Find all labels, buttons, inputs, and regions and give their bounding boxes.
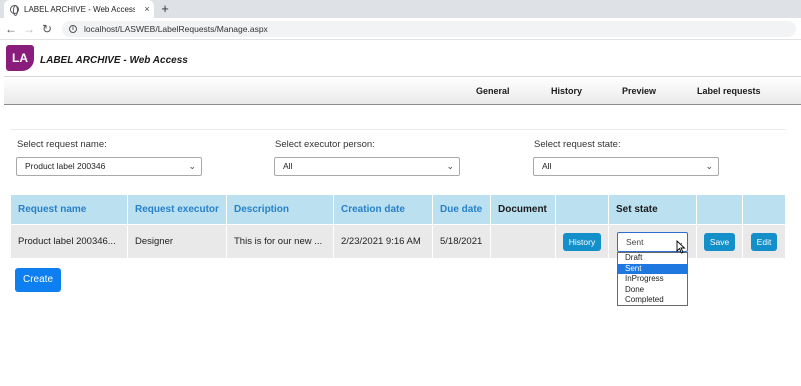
browser-tab-strip: LABEL ARCHIVE - Web Access × + bbox=[0, 0, 801, 18]
reload-icon[interactable]: ↻ bbox=[40, 21, 54, 37]
executor-label: Select executor person: bbox=[275, 139, 375, 150]
browser-tab[interactable]: LABEL ARCHIVE - Web Access × bbox=[4, 0, 154, 18]
option-sent[interactable]: Sent bbox=[618, 263, 687, 274]
executor-value: All bbox=[283, 161, 293, 171]
option-done[interactable]: Done bbox=[618, 285, 687, 296]
cell-save: Save bbox=[696, 224, 743, 259]
nav-history[interactable]: History bbox=[551, 86, 582, 96]
nav-general[interactable]: General bbox=[476, 86, 510, 96]
option-inprogress[interactable]: InProgress bbox=[618, 274, 687, 285]
header-document: Document bbox=[490, 194, 556, 225]
info-icon[interactable]: i bbox=[69, 25, 77, 33]
chevron-down-icon: ⌄ bbox=[705, 161, 713, 171]
request-name-select[interactable]: Product label 200346 ⌄ bbox=[16, 157, 202, 176]
option-draft[interactable]: Draft bbox=[618, 253, 687, 264]
option-completed[interactable]: Completed bbox=[618, 295, 687, 306]
request-name-label: Select request name: bbox=[17, 139, 107, 150]
header-due-date[interactable]: Due date bbox=[432, 194, 491, 225]
cell-creation-date: 2/23/2021 9:16 AM bbox=[333, 224, 433, 259]
header-history bbox=[555, 194, 609, 225]
address-bar[interactable]: localhost/LASWEB/LabelRequests/Manage.as… bbox=[62, 21, 796, 37]
cell-history: History bbox=[555, 224, 609, 259]
edit-button[interactable]: Edit bbox=[750, 232, 778, 251]
chevron-down-icon: ⌄ bbox=[446, 161, 454, 171]
divider bbox=[10, 129, 786, 130]
header-edit bbox=[742, 194, 786, 225]
create-button[interactable]: Create bbox=[15, 268, 61, 292]
forward-icon[interactable]: → bbox=[22, 21, 36, 37]
cell-edit: Edit bbox=[742, 224, 786, 259]
request-name-value: Product label 200346 bbox=[25, 161, 106, 171]
state-value: All bbox=[542, 161, 552, 171]
main-nav: General History Preview Label requests bbox=[4, 76, 801, 105]
cell-document bbox=[490, 224, 556, 259]
tab-title: LABEL ARCHIVE - Web Access bbox=[24, 4, 135, 14]
header-description[interactable]: Description bbox=[226, 194, 334, 225]
header-request-name[interactable]: Request name bbox=[10, 194, 128, 225]
cell-executor: Designer bbox=[127, 224, 227, 259]
app-title: LABEL ARCHIVE - Web Access bbox=[40, 55, 188, 66]
nav-label-requests[interactable]: Label requests bbox=[697, 86, 761, 96]
executor-select[interactable]: All ⌄ bbox=[274, 157, 460, 176]
new-tab-icon[interactable]: + bbox=[158, 0, 172, 18]
mouse-pointer-icon bbox=[676, 240, 686, 254]
globe-icon bbox=[10, 4, 19, 16]
history-button[interactable]: History bbox=[562, 232, 602, 251]
nav-preview[interactable]: Preview bbox=[622, 86, 656, 96]
chevron-down-icon: ⌄ bbox=[188, 161, 196, 171]
cell-due-date: 5/18/2021 bbox=[432, 224, 491, 259]
header-save bbox=[696, 194, 743, 225]
state-select[interactable]: All ⌄ bbox=[533, 157, 719, 176]
cell-request-name: Product label 200346... bbox=[10, 224, 128, 259]
table-header-row: Request name Request executor Descriptio… bbox=[10, 194, 786, 225]
app-logo: LA bbox=[6, 45, 34, 71]
back-icon[interactable]: ← bbox=[4, 21, 18, 37]
tab-close-icon[interactable]: × bbox=[140, 4, 154, 14]
state-label: Select request state: bbox=[534, 139, 621, 150]
header-set-state: Set state bbox=[608, 194, 697, 225]
header-request-executor[interactable]: Request executor bbox=[127, 194, 227, 225]
cell-description: This is for our new ... bbox=[226, 224, 334, 259]
state-dropdown-list: Draft Sent InProgress Done Completed bbox=[617, 252, 688, 306]
set-state-value: Sent bbox=[626, 237, 644, 247]
save-button[interactable]: Save bbox=[703, 232, 736, 251]
browser-toolbar: ← → ↻ localhost/LASWEB/LabelRequests/Man… bbox=[0, 18, 801, 40]
header-creation-date[interactable]: Creation date bbox=[333, 194, 433, 225]
